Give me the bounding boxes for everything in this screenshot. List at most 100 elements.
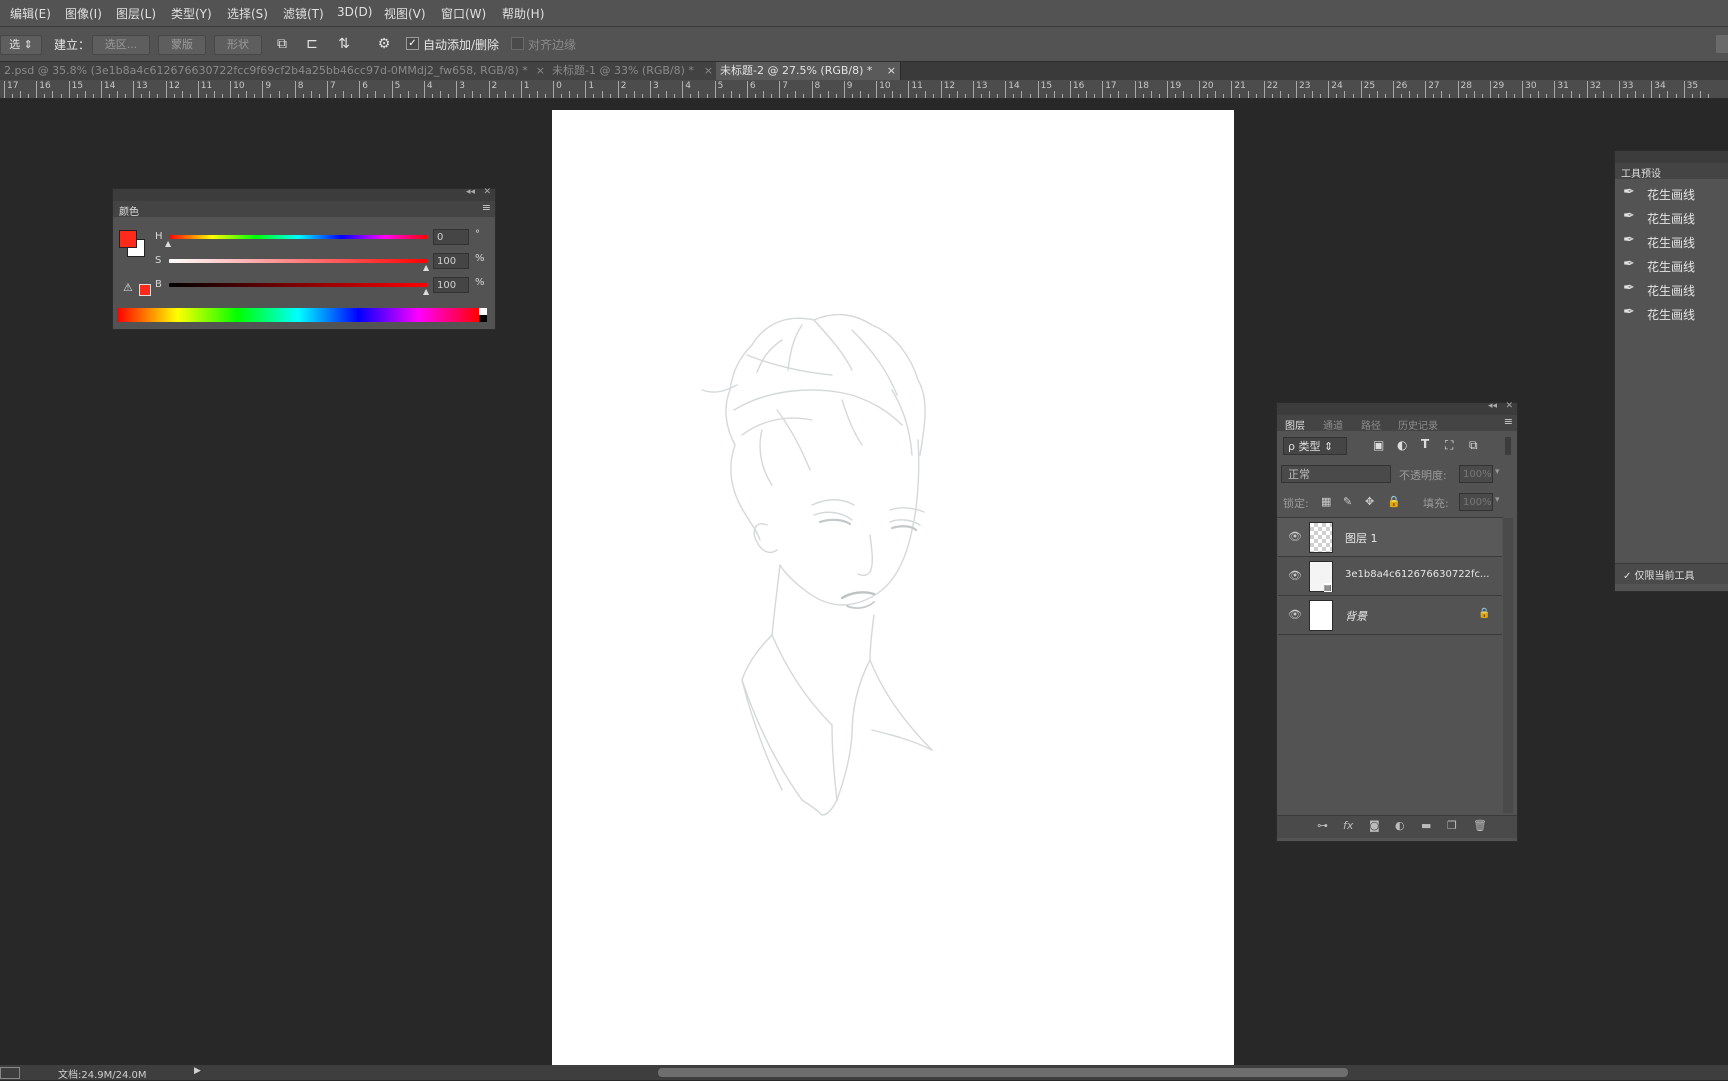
menu-item[interactable]: 编辑(E) (10, 5, 51, 22)
shape-filter-icon[interactable]: ⛶ (1445, 438, 1453, 453)
preset-item[interactable]: ✒ 花生画线 (1619, 182, 1728, 204)
new-layer-icon[interactable]: ❐ (1447, 819, 1457, 832)
layer-name[interactable]: 图层 1 (1345, 530, 1378, 546)
brightness-slider-thumb[interactable]: ▲ (423, 287, 429, 296)
layer-row[interactable]: 👁 图层 1 (1278, 518, 1502, 557)
hue-slider[interactable] (169, 235, 427, 239)
menu-item[interactable]: 窗口(W) (441, 5, 486, 22)
type-filter-icon[interactable]: T (1421, 437, 1429, 451)
brightness-input[interactable]: 100 (433, 277, 469, 293)
menu-item[interactable]: 帮助(H) (502, 5, 544, 22)
lock-all-icon[interactable]: 🔒 (1387, 495, 1401, 508)
mask-button[interactable]: 蒙版 (158, 35, 206, 55)
lock-transparent-icon[interactable]: ▦ (1321, 495, 1331, 508)
eye-icon[interactable]: 👁 (1288, 530, 1302, 543)
fill-input[interactable]: 100% (1459, 493, 1493, 511)
collapse-icon[interactable]: ◂◂ (466, 187, 475, 197)
close-icon[interactable]: × (536, 62, 545, 80)
smart-object-filter-icon[interactable]: ⧉ (1469, 438, 1478, 453)
tab-color[interactable]: 颜色 (119, 203, 139, 218)
color-spectrum-bar[interactable] (117, 308, 479, 322)
tab-untitled-2[interactable]: 未标题-2 @ 27.5% (RGB/8) * × (716, 62, 901, 80)
layer-row[interactable]: 👁 背景 🔒 (1278, 596, 1502, 635)
layer-row[interactable]: 👁 ▤ 3e1b8a4c612676630722fc... (1278, 557, 1502, 596)
image-filter-icon[interactable]: ▣ (1373, 438, 1384, 452)
tab-untitled-1[interactable]: 未标题-1 @ 33% (RGB/8) * × (548, 62, 718, 80)
path-alignment-icon[interactable]: ⊏ (303, 35, 321, 53)
path-arrangement-icon[interactable]: ⇅ (335, 35, 353, 53)
auto-add-checkbox[interactable]: ✓ (406, 37, 419, 50)
panel-menu-icon[interactable]: ≡ (1504, 415, 1513, 428)
link-icon[interactable]: ⊶ (1317, 819, 1328, 832)
folder-icon[interactable]: ▬ (1421, 819, 1431, 832)
preset-item[interactable]: ✒ 花生画线 (1619, 302, 1728, 324)
tab-paths[interactable]: 路径 (1361, 417, 1381, 432)
layer-filter-dropdown[interactable]: ρ 类型 ⇕ (1283, 437, 1347, 455)
ruler-label: 9 (265, 81, 272, 91)
black-swatch[interactable] (479, 315, 487, 322)
tab-tool-presets[interactable]: 工具预设 (1621, 165, 1661, 180)
close-icon[interactable]: ✕ (483, 187, 491, 197)
adjustment-filter-icon[interactable]: ◐ (1397, 438, 1407, 452)
hue-input[interactable]: 0 (433, 229, 469, 245)
align-edges-checkbox[interactable] (511, 37, 524, 50)
saturation-slider-thumb[interactable]: ▲ (423, 263, 429, 272)
saturation-slider[interactable] (169, 259, 427, 263)
eye-icon[interactable]: 👁 (1288, 608, 1302, 621)
close-icon[interactable]: ✕ (1505, 401, 1513, 411)
close-icon[interactable]: × (704, 62, 713, 80)
preset-item[interactable]: ✒ 花生画线 (1619, 206, 1728, 228)
menu-item[interactable]: 视图(V) (384, 5, 426, 22)
mode-dropdown[interactable]: 选 ⇕ (0, 35, 42, 55)
tab-history[interactable]: 历史记录 (1398, 417, 1438, 432)
tab-channels[interactable]: 通道 (1323, 417, 1343, 432)
layers-scrollbar[interactable] (1503, 518, 1513, 813)
close-icon[interactable]: × (887, 62, 896, 80)
lock-position-icon[interactable]: ✥ (1365, 495, 1374, 508)
tab-2-psd[interactable]: 2.psd @ 35.8% (3e1b8a4c612676630722fcc9f… (0, 62, 550, 80)
white-swatch[interactable] (479, 308, 487, 315)
blend-mode-dropdown[interactable]: 正常 (1281, 465, 1391, 483)
foreground-color-swatch[interactable] (119, 230, 137, 248)
horizontal-scrollbar-thumb[interactable] (658, 1068, 1348, 1077)
zoom-field[interactable] (0, 1067, 20, 1079)
fx-icon[interactable]: fx (1343, 819, 1353, 832)
menu-item[interactable]: 图层(L) (116, 5, 156, 22)
eye-icon[interactable]: 👁 (1288, 569, 1302, 582)
gamut-color-swatch[interactable] (139, 284, 151, 296)
menu-item[interactable]: 滤镜(T) (283, 5, 324, 22)
opacity-input[interactable]: 100% (1459, 465, 1493, 483)
gear-icon[interactable]: ⚙ (375, 35, 393, 53)
current-tool-only-checkbox[interactable]: ✓ 仅限当前工具 (1623, 567, 1695, 582)
workspace-switcher[interactable] (1716, 35, 1728, 53)
brightness-slider[interactable] (169, 283, 427, 287)
menu-item[interactable]: 类型(Y) (171, 5, 212, 22)
preset-item[interactable]: ✒ 花生画线 (1619, 278, 1728, 300)
layer-name[interactable]: 背景 (1345, 608, 1367, 624)
ruler-label: 7 (330, 81, 336, 91)
menu-item[interactable]: 3D(D) (337, 5, 372, 19)
preset-item[interactable]: ✒ 花生画线 (1619, 254, 1728, 276)
selection-button[interactable]: 选区... (92, 35, 150, 55)
trash-icon[interactable]: 🗑 (1473, 819, 1487, 832)
adjustment-icon[interactable]: ◐ (1395, 819, 1405, 832)
menu-item[interactable]: 图像(I) (65, 5, 102, 22)
preset-item[interactable]: ✒ 花生画线 (1619, 230, 1728, 252)
fill-arrow-icon[interactable]: ▾ (1495, 495, 1500, 505)
collapse-icon[interactable]: ◂◂ (1488, 401, 1497, 411)
path-operations-icon[interactable]: ⧉ (273, 35, 291, 53)
panel-menu-icon[interactable]: ≡ (482, 201, 491, 214)
lock-pixels-icon[interactable]: ✎ (1343, 495, 1352, 508)
shape-button[interactable]: 形状 (214, 35, 262, 55)
mask-icon[interactable]: ◙ (1369, 819, 1380, 832)
layer-name[interactable]: 3e1b8a4c612676630722fc... (1345, 569, 1489, 580)
saturation-input[interactable]: 100 (433, 253, 469, 269)
menu-item[interactable]: 选择(S) (227, 5, 268, 22)
opacity-arrow-icon[interactable]: ▾ (1495, 467, 1500, 477)
document-canvas[interactable] (552, 110, 1234, 1065)
hue-slider-thumb[interactable]: ▲ (165, 239, 171, 248)
tab-layers[interactable]: 图层 (1285, 417, 1305, 432)
out-of-gamut-warning-icon[interactable]: ⚠ (123, 281, 133, 294)
status-menu-arrow-icon[interactable]: ▶ (194, 1066, 201, 1076)
filter-toggle[interactable] (1505, 437, 1511, 455)
